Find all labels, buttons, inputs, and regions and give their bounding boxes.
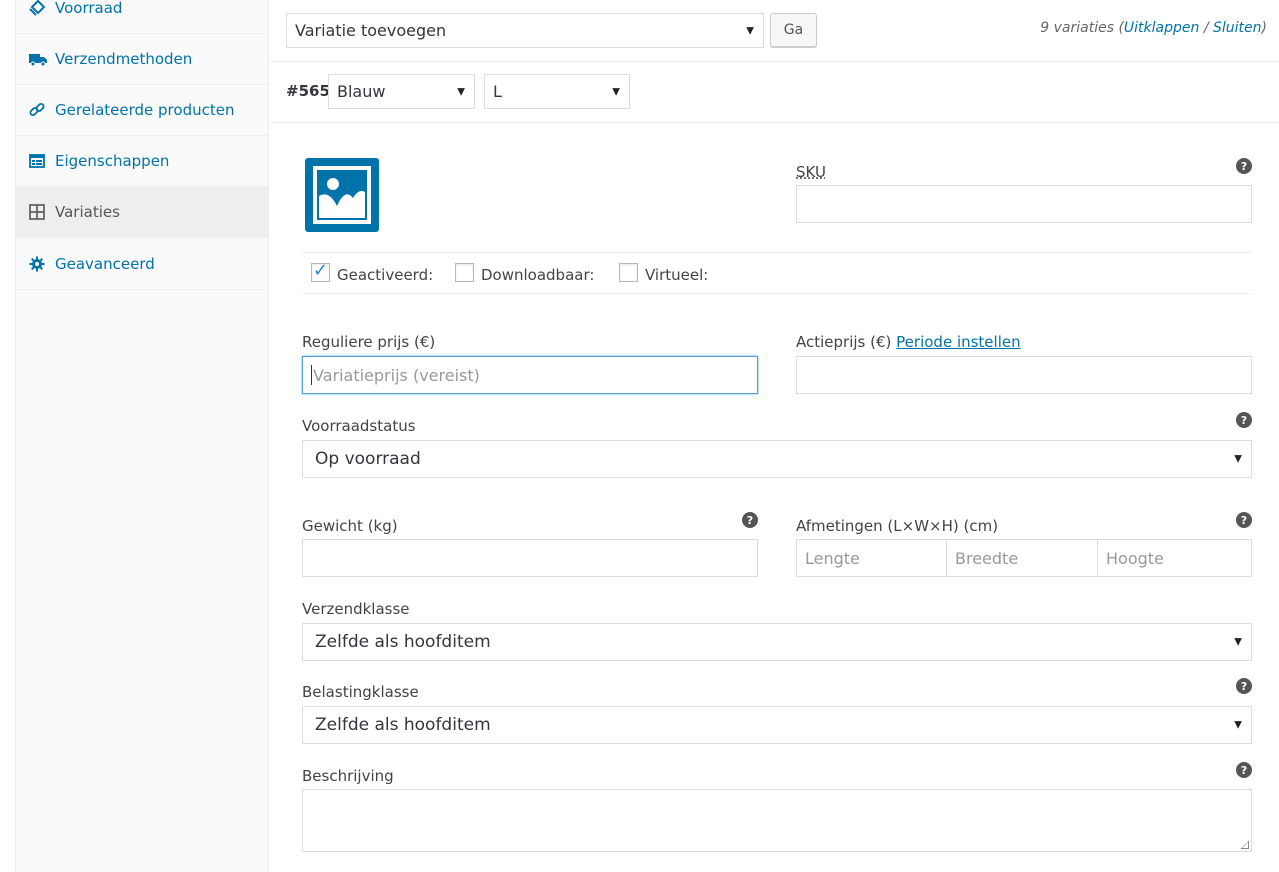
width-placeholder: Breedte [955, 548, 1019, 568]
help-icon[interactable]: ? [1236, 412, 1252, 428]
tax-class-value: Zelfde als hoofditem [315, 715, 491, 735]
sale-price-input[interactable] [796, 356, 1252, 394]
variation-header: #565 Blauw ▼ L ▼ [270, 62, 1279, 123]
image-icon [313, 166, 371, 224]
shipping-class-select[interactable]: Zelfde als hoofditem ▼ [302, 623, 1252, 661]
length-input[interactable]: Lengte [796, 539, 948, 577]
width-input[interactable]: Breedte [946, 539, 1098, 577]
add-variation-select[interactable]: Variatie toevoegen ▼ [286, 13, 764, 48]
variation-id: #565 [286, 82, 330, 100]
sidebar-item-variaties[interactable]: Variaties [16, 187, 268, 238]
sku-label: SKU [796, 163, 826, 181]
resize-handle-icon[interactable] [1241, 841, 1249, 849]
shipping-class-label: Verzendklasse [302, 600, 410, 618]
color-attribute-select[interactable]: Blauw ▼ [328, 74, 475, 109]
help-icon[interactable]: ? [1236, 678, 1252, 694]
chevron-down-icon: ▼ [612, 86, 620, 97]
shipping-class-value: Zelfde als hoofditem [315, 632, 491, 652]
regular-price-placeholder: Variatieprijs (vereist) [313, 365, 480, 385]
downloadable-label: Downloadbaar: [481, 266, 595, 284]
dimensions-label: Afmetingen (L×W×H) (cm) [796, 517, 999, 535]
stock-status-label: Voorraadstatus [302, 417, 416, 435]
chevron-down-icon: ▼ [1234, 453, 1242, 465]
sidebar-item-verzendmethoden[interactable]: Verzendmethoden [16, 34, 268, 85]
close-link[interactable]: Sluiten [1213, 20, 1262, 36]
variation-count-text: 9 variaties ( [1040, 20, 1124, 36]
chevron-down-icon: ▼ [1234, 636, 1242, 648]
variation-count: 9 variaties (Uitklappen / Sluiten) [1040, 20, 1267, 36]
sidebar-item-geavanceerd[interactable]: Geavanceerd [16, 239, 268, 290]
help-icon[interactable]: ? [1236, 158, 1252, 174]
sidebar-item-label: Geavanceerd [55, 255, 155, 273]
sale-price-label-text: Actieprijs (€) [796, 333, 892, 351]
chevron-down-icon: ▼ [1234, 719, 1242, 731]
schedule-link[interactable]: Periode instellen [896, 333, 1020, 351]
tax-class-label: Belastingklasse [302, 683, 419, 701]
product-data-tabs: Voorraad Verzendmethoden Gerelateerde pr… [15, 0, 269, 872]
enabled-checkbox[interactable]: ✓ [311, 260, 330, 282]
sale-price-label: Actieprijs (€) Periode instellen [796, 333, 1021, 351]
gear-icon [29, 256, 45, 272]
variation-image-upload[interactable] [305, 158, 379, 232]
regular-price-input[interactable]: Variatieprijs (vereist) [302, 356, 758, 394]
tax-class-select[interactable]: Zelfde als hoofditem ▼ [302, 706, 1252, 744]
inventory-icon [29, 0, 46, 16]
list-icon [29, 153, 45, 169]
expand-link[interactable]: Uitklappen [1124, 20, 1199, 36]
sku-input[interactable] [796, 185, 1252, 223]
sidebar-item-label: Variaties [55, 203, 120, 221]
link-icon [29, 102, 45, 118]
link-separator: / [1199, 20, 1214, 36]
color-select-value: Blauw [337, 82, 386, 101]
sidebar-item-label: Voorraad [55, 0, 123, 17]
help-icon[interactable]: ? [1236, 762, 1252, 778]
sidebar-item-voorraad[interactable]: Voorraad [16, 0, 268, 34]
description-textarea[interactable] [302, 789, 1252, 852]
go-button[interactable]: Ga [770, 13, 817, 47]
length-placeholder: Lengte [805, 548, 860, 568]
height-placeholder: Hoogte [1106, 548, 1164, 568]
help-icon[interactable]: ? [742, 512, 758, 528]
sidebar-item-eigenschappen[interactable]: Eigenschappen [16, 136, 268, 187]
chevron-down-icon: ▼ [746, 25, 754, 36]
variation-count-close: ) [1261, 20, 1267, 36]
divider [302, 252, 1252, 253]
help-icon[interactable]: ? [1236, 512, 1252, 528]
virtual-checkbox[interactable] [619, 263, 638, 282]
height-input[interactable]: Hoogte [1097, 539, 1252, 577]
chevron-down-icon: ▼ [457, 86, 465, 97]
stock-status-select[interactable]: Op voorraad ▼ [302, 440, 1252, 478]
sidebar-item-label: Verzendmethoden [55, 50, 193, 68]
virtual-label: Virtueel: [645, 266, 709, 284]
description-label: Beschrijving [302, 767, 394, 785]
checkmark-icon: ✓ [313, 260, 329, 281]
text-cursor [311, 365, 312, 385]
weight-label: Gewicht (kg) [302, 517, 398, 535]
add-variation-select-value: Variatie toevoegen [295, 21, 447, 40]
size-select-value: L [493, 82, 502, 101]
sidebar-item-label: Gerelateerde producten [55, 101, 235, 119]
variations-toolbar: Variatie toevoegen ▼ Ga 9 variaties (Uit… [270, 0, 1279, 62]
divider [302, 293, 1252, 294]
sidebar-item-label: Eigenschappen [55, 152, 170, 170]
regular-price-label: Reguliere prijs (€) [302, 333, 436, 351]
weight-input[interactable] [302, 539, 758, 577]
grid-icon [29, 204, 45, 220]
size-attribute-select[interactable]: L ▼ [484, 74, 630, 109]
truck-icon [29, 51, 47, 67]
stock-status-value: Op voorraad [315, 449, 421, 469]
downloadable-checkbox[interactable] [455, 263, 474, 282]
sidebar-item-gerelateerde-producten[interactable]: Gerelateerde producten [16, 85, 268, 136]
enabled-label: Geactiveerd: [337, 266, 434, 284]
